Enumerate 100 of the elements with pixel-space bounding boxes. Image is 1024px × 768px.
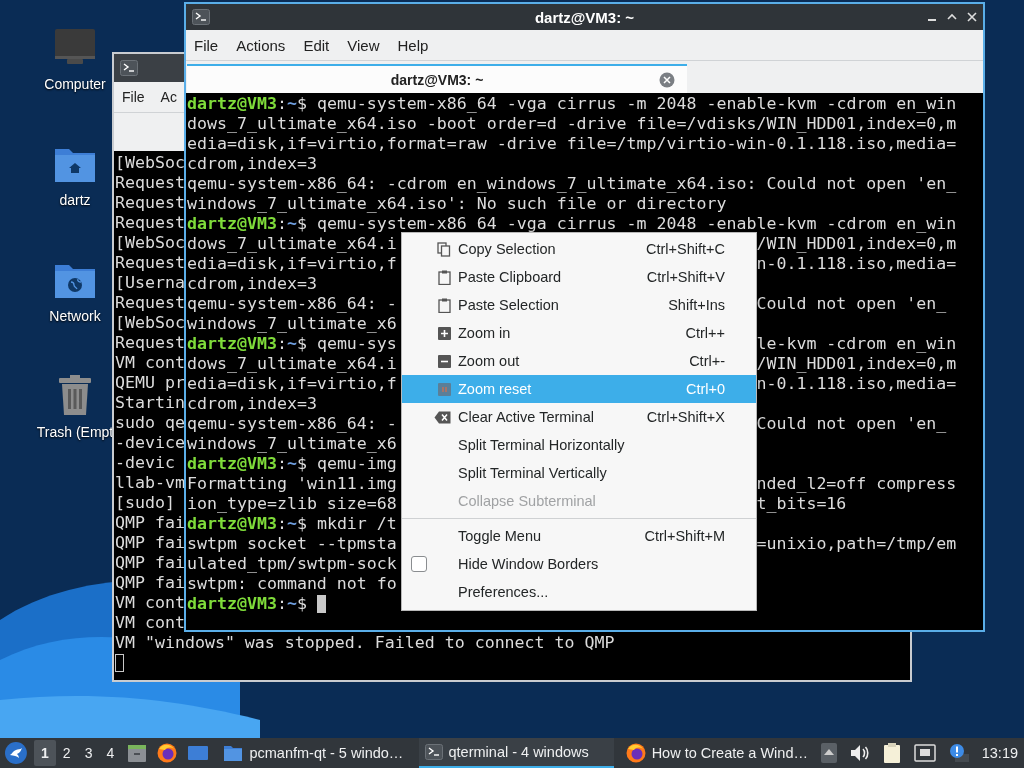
menu-item[interactable]: Split Terminal Horizontally bbox=[402, 431, 756, 459]
menu-item[interactable]: Edit bbox=[303, 32, 330, 58]
terminal-line: QMP fai bbox=[115, 573, 185, 593]
shortcut-label: Ctrl+- bbox=[689, 353, 725, 369]
terminal-line: Could not open 'en_ bbox=[756, 414, 948, 434]
maximize-icon[interactable] bbox=[947, 12, 957, 22]
menu-item[interactable]: Ac bbox=[160, 85, 177, 109]
terminal-icon[interactable] bbox=[120, 60, 138, 76]
terminal-line: n-0.1.118.iso,media= bbox=[756, 254, 958, 274]
terminal-line: [WebSoc bbox=[115, 153, 185, 173]
terminal-line: dartz@VM3:~$ qemu-system-x86_64 -vga cirrus -m 2048 -enable-kvm -cdrom en_win bbox=[187, 94, 957, 114]
checkbox[interactable] bbox=[411, 556, 427, 572]
terminal-icon[interactable] bbox=[192, 9, 210, 25]
taskbar-button[interactable]: pcmanfm-qt - 5 windo… bbox=[217, 738, 413, 768]
terminal-line: Could not open 'en_ bbox=[756, 294, 948, 314]
terminal-line: n-0.1.118.iso,media= bbox=[756, 374, 958, 394]
terminal-line: t_bits=16 bbox=[756, 494, 848, 514]
zoom-reset-icon bbox=[438, 382, 451, 396]
menu-item[interactable]: Split Terminal Vertically bbox=[402, 459, 756, 487]
terminal-line: Request bbox=[115, 293, 185, 313]
menu-item[interactable]: File bbox=[194, 32, 219, 58]
desktop-icon-label[interactable]: dartz bbox=[59, 192, 91, 208]
workspace-button[interactable]: 2 bbox=[55, 740, 78, 766]
workspace-button[interactable]: 1 bbox=[33, 740, 56, 766]
terminal-line: =unixio,path=/tmp/em bbox=[756, 534, 958, 554]
arrow-up-icon[interactable] bbox=[820, 743, 837, 763]
speaker-icon[interactable] bbox=[849, 744, 870, 762]
menu-item[interactable]: Paste Selection Shift+Ins bbox=[402, 291, 756, 319]
clipboard-icon bbox=[438, 297, 451, 313]
terminal-line: swtpm: command not fo bbox=[187, 574, 397, 594]
shortcut-label: Ctrl+Shift+M bbox=[644, 528, 725, 544]
terminal-line: windows_7_ultimate_x6 bbox=[187, 314, 397, 334]
terminal-line: dows_7_ultimate_x64.i bbox=[187, 354, 397, 374]
desktop-icon-label[interactable]: Trash (Empt bbox=[36, 424, 114, 440]
drawer-icon[interactable] bbox=[127, 743, 148, 763]
menu-item[interactable]: Clear Active Terminal Ctrl+Shift+X bbox=[402, 403, 756, 431]
terminal-line: /WIN_HDD01,index=0,m bbox=[756, 354, 958, 374]
shortcut-label: Ctrl+Shift+C bbox=[646, 241, 725, 257]
clipboard-icon[interactable] bbox=[882, 742, 901, 764]
menu-item[interactable]: Zoom in Ctrl++ bbox=[402, 319, 756, 347]
close-icon[interactable] bbox=[967, 12, 977, 22]
workspace-button[interactable]: 3 bbox=[77, 740, 100, 766]
terminal-line: dartz@VM3:~$ mkdir /t bbox=[187, 514, 397, 534]
terminal-line: nded_l2=off compress bbox=[756, 474, 958, 494]
plus-icon bbox=[438, 326, 451, 340]
terminal-line: ion_type=zlib size=68 bbox=[187, 494, 397, 514]
terminal-line: [Userna bbox=[115, 273, 185, 293]
terminal-line: VM cont bbox=[115, 613, 185, 633]
screen-icon[interactable] bbox=[187, 744, 210, 762]
terminal-line: le-kvm -cdrom en_win bbox=[756, 334, 958, 354]
shortcut-label: Ctrl+0 bbox=[685, 381, 725, 397]
minus-icon bbox=[438, 354, 451, 368]
taskbar-button[interactable]: How to Create a Wind… bbox=[619, 738, 815, 768]
taskbar-button[interactable]: qterminal - 4 windows bbox=[418, 738, 614, 768]
alert-icon[interactable] bbox=[948, 743, 969, 763]
desktop-icon-label[interactable]: Computer bbox=[44, 76, 106, 92]
menu-item[interactable]: Copy Selection Ctrl+Shift+C bbox=[402, 235, 756, 263]
clipboard-icon bbox=[438, 269, 451, 285]
terminal-line: QEMU pr bbox=[115, 373, 185, 393]
terminal-line: cdrom,index=3 bbox=[187, 274, 317, 294]
home-folder-icon bbox=[53, 146, 97, 184]
shortcut-label: Shift+Ins bbox=[668, 297, 725, 313]
terminal-line: QMP fai bbox=[115, 513, 185, 533]
menu-item[interactable]: View bbox=[347, 32, 380, 58]
terminal-line: dows_7_ultimate_x64.iso -boot order=d -drive file=/vdisks/WIN_HDD01,index=0,m bbox=[187, 114, 957, 134]
desktop-icon-label[interactable]: Network bbox=[49, 308, 101, 324]
menu-item[interactable]: Toggle Menu Ctrl+Shift+M bbox=[402, 522, 756, 550]
terminal-line: Request bbox=[115, 253, 185, 273]
terminal-line: -devic bbox=[115, 453, 175, 473]
terminal-line: edia=disk,if=virtio,f bbox=[187, 374, 397, 394]
flame-globe-icon[interactable] bbox=[157, 743, 178, 763]
copy-icon bbox=[437, 241, 451, 257]
terminal-line: windows_7_ultimate_x64.iso': No such file or directory bbox=[187, 194, 727, 214]
window-title: dartz@VM3: ~ bbox=[534, 8, 635, 26]
terminal-line: llab-vm bbox=[115, 473, 185, 493]
menu-item[interactable]: Paste Clipboard Ctrl+Shift+V bbox=[402, 263, 756, 291]
terminal-line: QMP fai bbox=[115, 533, 185, 553]
terminal-line: VM cont bbox=[115, 353, 185, 373]
menu-item[interactable]: File bbox=[122, 85, 145, 109]
bird-icon[interactable] bbox=[4, 741, 28, 765]
terminal-line: Request bbox=[115, 333, 185, 353]
terminal-line: VM "windows" was stopped. Failed to connect to QMP bbox=[115, 633, 615, 653]
network-icon[interactable] bbox=[913, 744, 936, 762]
menu-item[interactable]: Actions bbox=[236, 32, 286, 58]
close-icon[interactable] bbox=[659, 72, 675, 88]
menu-item[interactable]: Hide Window Borders bbox=[402, 550, 756, 578]
terminal-line: ulated_tpm/swtpm-sock bbox=[187, 554, 397, 574]
terminal-line: qemu-system-x86_64: -cdrom en_windows_7_ultimate_x64.iso: Could not open 'en_ bbox=[187, 174, 957, 194]
terminal-line: dartz@VM3:~$ qemu-img bbox=[187, 454, 397, 474]
menu-item[interactable]: Help bbox=[397, 32, 429, 58]
terminal-line: windows_7_ultimate_x6 bbox=[187, 434, 397, 454]
terminal-icon[interactable] bbox=[424, 744, 443, 760]
workspace-button[interactable]: 4 bbox=[99, 740, 122, 766]
terminal-tab[interactable]: dartz@VM3: ~ bbox=[187, 64, 687, 93]
terminal-line: cdrom,index=3 bbox=[187, 154, 317, 174]
menu-item[interactable]: Preferences... bbox=[402, 578, 756, 606]
terminal-line: dartz@VM3:~$ bbox=[187, 594, 307, 614]
terminal-line: [WebSoc bbox=[115, 313, 185, 333]
terminal-line: dartz@VM3:~$ qemu-system-x86_64 -vga cirrus -m 2048 -enable-kvm -cdrom en_win bbox=[187, 214, 957, 234]
menu-item[interactable]: Zoom out Ctrl+- bbox=[402, 347, 756, 375]
